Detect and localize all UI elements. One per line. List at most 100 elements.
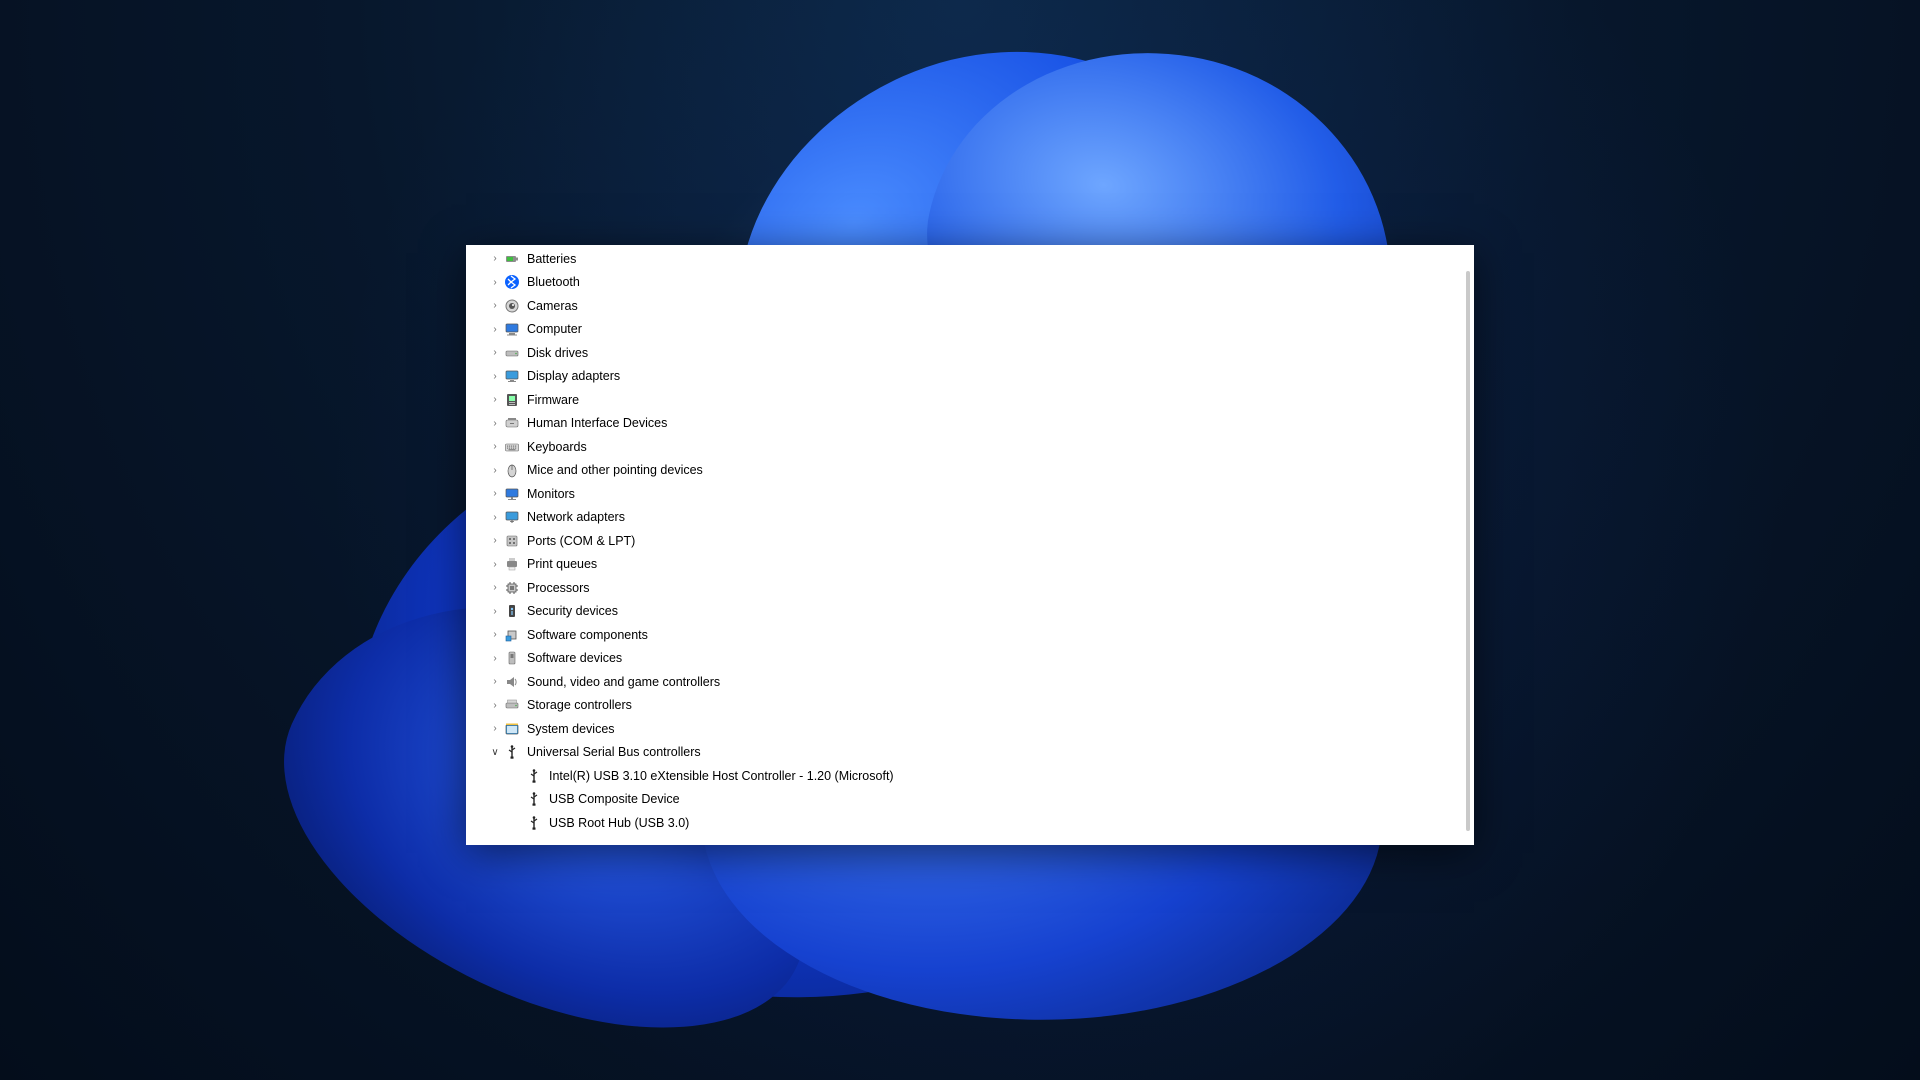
expand-caret-icon[interactable]: › bbox=[488, 723, 502, 734]
device-manager-window: › Batteries › Bluetooth › Cameras › Computer › Di… bbox=[466, 245, 1474, 845]
device-category-ports-com-lpt[interactable]: › Ports (COM & LPT) bbox=[480, 529, 1462, 553]
swcomp-icon bbox=[504, 627, 520, 643]
expand-caret-icon[interactable]: › bbox=[488, 465, 502, 476]
expand-caret-icon[interactable]: › bbox=[488, 582, 502, 593]
system-icon bbox=[504, 721, 520, 737]
mouse-icon bbox=[504, 462, 520, 478]
device-category-bluetooth[interactable]: › Bluetooth bbox=[480, 271, 1462, 295]
category-label: Firmware bbox=[526, 393, 579, 407]
category-label: Software devices bbox=[526, 651, 622, 665]
category-label: Cameras bbox=[526, 299, 578, 313]
expand-caret-icon[interactable]: › bbox=[488, 324, 502, 335]
device-category-monitors[interactable]: › Monitors bbox=[480, 482, 1462, 506]
device-item-intel-r-usb-3-10-extensible-host-controller-1-20-microsoft[interactable]: ›Intel(R) USB 3.10 eXtensible Host Contr… bbox=[480, 764, 1462, 788]
expand-caret-icon[interactable]: › bbox=[488, 277, 502, 288]
network-icon bbox=[504, 509, 520, 525]
expand-caret-icon[interactable]: › bbox=[488, 371, 502, 382]
device-category-batteries[interactable]: › Batteries bbox=[480, 247, 1462, 271]
category-label: Keyboards bbox=[526, 440, 587, 454]
device-category-universal-serial-bus-controllers[interactable]: ∨ Universal Serial Bus controllers bbox=[480, 741, 1462, 765]
device-item-usb-composite-device[interactable]: ›USB Composite Device bbox=[480, 788, 1462, 812]
expand-caret-icon[interactable]: ∨ bbox=[488, 747, 502, 758]
hid-icon bbox=[504, 415, 520, 431]
security-icon bbox=[504, 603, 520, 619]
bluetooth-icon bbox=[504, 274, 520, 290]
device-category-system-devices[interactable]: › System devices bbox=[480, 717, 1462, 741]
firmware-icon bbox=[504, 392, 520, 408]
vertical-scrollbar[interactable] bbox=[1466, 271, 1470, 831]
device-category-security-devices[interactable]: › Security devices bbox=[480, 600, 1462, 624]
category-label: Disk drives bbox=[526, 346, 588, 360]
category-label: Computer bbox=[526, 322, 582, 336]
printer-icon bbox=[504, 556, 520, 572]
category-label: Mice and other pointing devices bbox=[526, 463, 703, 477]
device-category-firmware[interactable]: › Firmware bbox=[480, 388, 1462, 412]
category-label: Display adapters bbox=[526, 369, 620, 383]
monitor-icon bbox=[504, 486, 520, 502]
device-tree[interactable]: › Batteries › Bluetooth › Cameras › Computer › Di… bbox=[480, 247, 1462, 839]
expand-caret-icon[interactable]: › bbox=[488, 347, 502, 358]
expand-caret-icon[interactable]: › bbox=[488, 253, 502, 264]
category-label: Batteries bbox=[526, 252, 576, 266]
cpu-icon bbox=[504, 580, 520, 596]
device-category-cameras[interactable]: › Cameras bbox=[480, 294, 1462, 318]
expand-caret-icon[interactable]: › bbox=[488, 512, 502, 523]
expand-caret-icon[interactable]: › bbox=[488, 418, 502, 429]
port-icon bbox=[504, 533, 520, 549]
device-category-processors[interactable]: › Processors bbox=[480, 576, 1462, 600]
display-icon bbox=[504, 368, 520, 384]
device-label: USB Root Hub (USB 3.0) bbox=[548, 816, 689, 830]
device-category-print-queues[interactable]: › Print queues bbox=[480, 553, 1462, 577]
expand-caret-icon[interactable]: › bbox=[488, 676, 502, 687]
device-category-disk-drives[interactable]: › Disk drives bbox=[480, 341, 1462, 365]
device-category-sound-video-and-game-controllers[interactable]: › Sound, video and game controllers bbox=[480, 670, 1462, 694]
expand-caret-icon[interactable]: › bbox=[488, 700, 502, 711]
device-category-human-interface-devices[interactable]: › Human Interface Devices bbox=[480, 412, 1462, 436]
category-label: Ports (COM & LPT) bbox=[526, 534, 635, 548]
device-category-display-adapters[interactable]: › Display adapters bbox=[480, 365, 1462, 389]
device-category-software-devices[interactable]: › Software devices bbox=[480, 647, 1462, 671]
category-label: Monitors bbox=[526, 487, 575, 501]
category-label: Network adapters bbox=[526, 510, 625, 524]
category-label: Universal Serial Bus controllers bbox=[526, 745, 701, 759]
device-category-mice-and-other-pointing-devices[interactable]: › Mice and other pointing devices bbox=[480, 459, 1462, 483]
category-label: System devices bbox=[526, 722, 615, 736]
category-label: Sound, video and game controllers bbox=[526, 675, 720, 689]
category-label: Bluetooth bbox=[526, 275, 580, 289]
expand-caret-icon[interactable]: › bbox=[488, 488, 502, 499]
category-label: Print queues bbox=[526, 557, 597, 571]
expand-caret-icon[interactable]: › bbox=[488, 559, 502, 570]
category-label: Storage controllers bbox=[526, 698, 632, 712]
device-category-storage-controllers[interactable]: › Storage controllers bbox=[480, 694, 1462, 718]
computer-icon bbox=[504, 321, 520, 337]
device-category-keyboards[interactable]: › Keyboards bbox=[480, 435, 1462, 459]
device-label: USB Composite Device bbox=[548, 792, 680, 806]
category-label: Processors bbox=[526, 581, 590, 595]
disk-icon bbox=[504, 345, 520, 361]
sound-icon bbox=[504, 674, 520, 690]
expand-caret-icon[interactable]: › bbox=[488, 629, 502, 640]
device-category-software-components[interactable]: › Software components bbox=[480, 623, 1462, 647]
expand-caret-icon[interactable]: › bbox=[488, 394, 502, 405]
expand-caret-icon[interactable]: › bbox=[488, 300, 502, 311]
keyboard-icon bbox=[504, 439, 520, 455]
usb-icon bbox=[526, 815, 542, 831]
category-label: Human Interface Devices bbox=[526, 416, 667, 430]
device-item-usb-root-hub-usb-3-0[interactable]: ›USB Root Hub (USB 3.0) bbox=[480, 811, 1462, 835]
usb-icon bbox=[504, 744, 520, 760]
swdev-icon bbox=[504, 650, 520, 666]
usb-icon bbox=[526, 768, 542, 784]
category-label: Security devices bbox=[526, 604, 618, 618]
expand-caret-icon[interactable]: › bbox=[488, 606, 502, 617]
battery-icon bbox=[504, 251, 520, 267]
storage-icon bbox=[504, 697, 520, 713]
expand-caret-icon[interactable]: › bbox=[488, 441, 502, 452]
category-label: Software components bbox=[526, 628, 648, 642]
expand-caret-icon[interactable]: › bbox=[488, 535, 502, 546]
desktop-wallpaper: › Batteries › Bluetooth › Cameras › Computer › Di… bbox=[0, 0, 1920, 1080]
device-label: Intel(R) USB 3.10 eXtensible Host Contro… bbox=[548, 769, 894, 783]
device-category-network-adapters[interactable]: › Network adapters bbox=[480, 506, 1462, 530]
expand-caret-icon[interactable]: › bbox=[488, 653, 502, 664]
camera-icon bbox=[504, 298, 520, 314]
device-category-computer[interactable]: › Computer bbox=[480, 318, 1462, 342]
